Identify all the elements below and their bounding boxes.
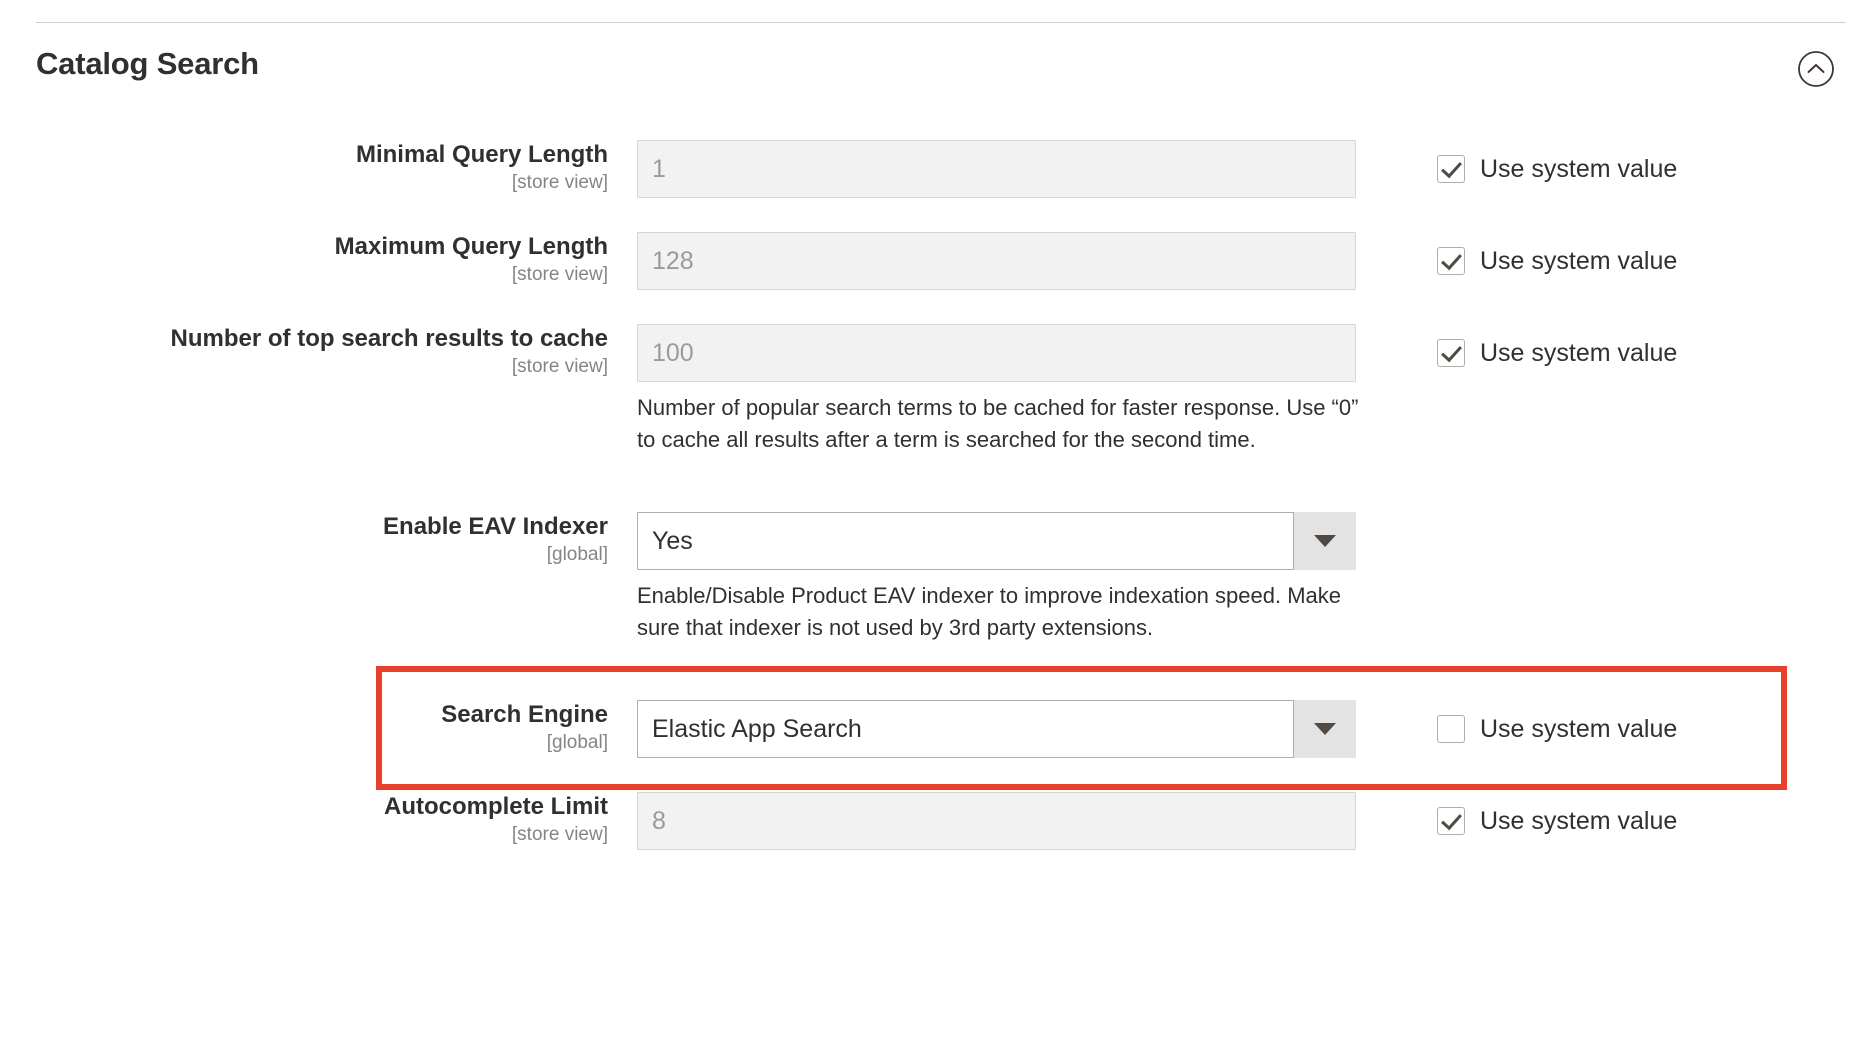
use-system-value-group[interactable]: Use system value: [1437, 324, 1677, 382]
caret-glyph: [1314, 535, 1336, 547]
field-control: Elastic App Search: [637, 700, 1356, 758]
field-label-text: Enable EAV Indexer: [0, 512, 608, 542]
use-system-value-label: Use system value: [1480, 339, 1677, 367]
use-system-value-checkbox[interactable]: [1437, 715, 1465, 743]
use-system-value-group[interactable]: Use system value: [1437, 232, 1677, 290]
use-system-value-label: Use system value: [1480, 247, 1677, 275]
field-control: Number of popular search terms to be cac…: [637, 324, 1356, 456]
field-scope-tag: [store view]: [0, 170, 608, 196]
use-system-value-label: Use system value: [1480, 715, 1677, 743]
field-scope-tag: [store view]: [0, 354, 608, 380]
use-system-value-checkbox[interactable]: [1437, 247, 1465, 275]
field-help-text: Number of popular search terms to be cac…: [637, 392, 1367, 456]
field-control: [637, 232, 1356, 290]
catalog-search-settings-page: { "section": { "title": "Catalog Search"…: [0, 0, 1876, 1056]
select-selected-value: Elastic App Search: [652, 700, 1292, 758]
caret-glyph: [1314, 723, 1336, 735]
field-control: [637, 140, 1356, 198]
select-dropdown[interactable]: Elastic App Search: [637, 700, 1356, 758]
field-label: Autocomplete Limit[store view]: [0, 792, 608, 848]
use-system-value-group[interactable]: Use system value: [1437, 700, 1677, 758]
text-input[interactable]: [637, 792, 1356, 850]
select-selected-value: Yes: [652, 512, 1292, 570]
field-row: Search Engine[global] Elastic App Search U…: [0, 700, 1876, 758]
use-system-value-checkbox[interactable]: [1437, 807, 1465, 835]
text-input[interactable]: [637, 140, 1356, 198]
chevron-down-icon[interactable]: [1293, 512, 1356, 570]
field-label: Number of top search results to cache[st…: [0, 324, 608, 380]
field-label-text: Number of top search results to cache: [0, 324, 608, 354]
use-system-value-label: Use system value: [1480, 155, 1677, 183]
chevron-down-icon[interactable]: [1293, 700, 1356, 758]
use-system-value-checkbox[interactable]: [1437, 155, 1465, 183]
use-system-value-label: Use system value: [1480, 807, 1677, 835]
field-label: Maximum Query Length[store view]: [0, 232, 608, 288]
field-label-text: Search Engine: [0, 700, 608, 730]
field-row: Maximum Query Length[store view] Use syst…: [0, 232, 1876, 290]
field-scope-tag: [global]: [0, 730, 608, 756]
field-label-text: Minimal Query Length: [0, 140, 608, 170]
page-title: Catalog Search: [36, 46, 259, 82]
use-system-value-group[interactable]: Use system value: [1437, 140, 1677, 198]
use-system-value-group[interactable]: Use system value: [1437, 792, 1677, 850]
section-header: Catalog Search: [0, 46, 1876, 108]
field-row: Minimal Query Length[store view] Use syst…: [0, 140, 1876, 198]
field-row: Enable EAV Indexer[global]YesEnable/Disa…: [0, 512, 1876, 676]
field-row: Number of top search results to cache[st…: [0, 324, 1876, 488]
field-row: Autocomplete Limit[store view] Use system…: [0, 792, 1876, 850]
text-input[interactable]: [637, 324, 1356, 382]
field-label-text: Autocomplete Limit: [0, 792, 608, 822]
field-label-text: Maximum Query Length: [0, 232, 608, 262]
field-control: [637, 792, 1356, 850]
field-scope-tag: [global]: [0, 542, 608, 568]
text-input[interactable]: [637, 232, 1356, 290]
settings-form: Minimal Query Length[store view]Use syst…: [0, 140, 1876, 884]
select-dropdown[interactable]: Yes: [637, 512, 1356, 570]
field-scope-tag: [store view]: [0, 822, 608, 848]
field-label: Enable EAV Indexer[global]: [0, 512, 608, 568]
field-help-text: Enable/Disable Product EAV indexer to im…: [637, 580, 1367, 644]
use-system-value-checkbox[interactable]: [1437, 339, 1465, 367]
field-scope-tag: [store view]: [0, 262, 608, 288]
chevron-up-circle-icon[interactable]: [1797, 50, 1835, 88]
top-divider: [36, 22, 1846, 23]
field-label: Search Engine[global]: [0, 700, 608, 756]
field-control: YesEnable/Disable Product EAV indexer to…: [637, 512, 1356, 644]
field-label: Minimal Query Length[store view]: [0, 140, 608, 196]
